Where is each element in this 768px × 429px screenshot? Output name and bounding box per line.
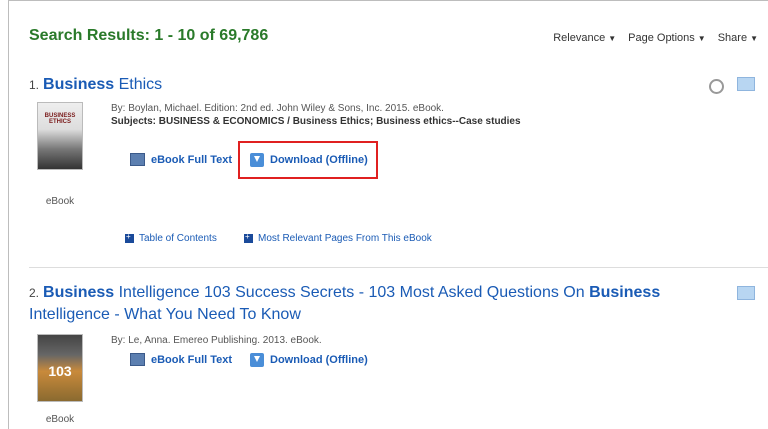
result-item: 1. Business Ethics bbox=[29, 74, 162, 96]
type-label: eBook bbox=[45, 414, 75, 425]
result-number: 1. bbox=[29, 78, 40, 92]
cover-title: 103 bbox=[48, 363, 72, 379]
table-of-contents-link[interactable]: Table of Contents bbox=[125, 232, 217, 244]
book-cover-image[interactable]: 103 bbox=[37, 334, 83, 402]
fulltext-icon bbox=[130, 353, 145, 366]
title-keyword: Business bbox=[589, 284, 661, 301]
result-title-link[interactable]: 2. Business Intelligence 103 Success Secr… bbox=[29, 282, 729, 326]
page-options-dropdown[interactable]: Page Options ▼ bbox=[628, 32, 706, 44]
subjects-text: BUSINESS & ECONOMICS / Business Ethics; … bbox=[158, 116, 521, 127]
results-title: Search Results: 1 - 10 of 69,786 bbox=[29, 27, 269, 44]
result-number: 2. bbox=[29, 286, 40, 300]
share-label: Share bbox=[717, 32, 748, 44]
title-text: Ethics bbox=[114, 76, 163, 93]
title-text: Intelligence - What You Need To Know bbox=[29, 306, 301, 323]
download-link[interactable]: Download (Offline) bbox=[250, 353, 368, 367]
relevant-pages-label: Most Relevant Pages From This eBook bbox=[258, 233, 432, 244]
results-panel: Search Results: 1 - 10 of 69,786 Relevan… bbox=[8, 0, 768, 429]
fulltext-icon bbox=[130, 153, 145, 166]
caret-down-icon: ▼ bbox=[697, 34, 706, 43]
sort-label: Relevance bbox=[553, 32, 606, 44]
add-to-folder-icon[interactable] bbox=[737, 286, 755, 300]
fulltext-link[interactable]: eBook Full Text bbox=[130, 353, 232, 366]
byline: By: Le, Anna. Emereo Publishing. 2013. e… bbox=[111, 335, 322, 346]
relevant-pages-link[interactable]: Most Relevant Pages From This eBook bbox=[244, 232, 432, 244]
byline: By: Boylan, Michael. Edition: 2nd ed. Jo… bbox=[111, 103, 444, 114]
result-divider bbox=[29, 267, 768, 268]
expand-icon bbox=[244, 232, 253, 243]
result-meta: By: Le, Anna. Emereo Publishing. 2013. e… bbox=[111, 334, 322, 347]
cover-title: BUSINESS ETHICS bbox=[44, 113, 76, 125]
download-icon bbox=[250, 353, 264, 367]
share-dropdown[interactable]: Share ▼ bbox=[718, 32, 758, 44]
fulltext-label: eBook Full Text bbox=[151, 153, 233, 166]
title-keyword: Business bbox=[43, 284, 115, 301]
caret-down-icon: ▼ bbox=[608, 34, 617, 43]
download-label: Download (Offline) bbox=[270, 354, 368, 366]
preview-icon[interactable] bbox=[709, 79, 724, 94]
toc-label: Table of Contents bbox=[139, 233, 217, 244]
result-item: 2. Business Intelligence 103 Success Secr… bbox=[29, 282, 729, 326]
book-cover-image[interactable]: BUSINESS ETHICS bbox=[37, 102, 83, 170]
expand-icon bbox=[125, 232, 134, 243]
subjects-label: Subjects: bbox=[111, 116, 157, 127]
fulltext-label: eBook Full Text bbox=[151, 353, 233, 366]
sort-dropdown[interactable]: Relevance ▼ bbox=[553, 32, 616, 44]
download-link[interactable]: Download (Offline) bbox=[250, 153, 368, 167]
page-options-label: Page Options bbox=[628, 32, 695, 44]
download-icon bbox=[250, 153, 264, 167]
results-toolbar: Relevance ▼ Page Options ▼ Share ▼ bbox=[553, 32, 758, 44]
result-title-link[interactable]: 1. Business Ethics bbox=[29, 74, 162, 96]
caret-down-icon: ▼ bbox=[750, 34, 758, 43]
title-keyword: Business bbox=[43, 76, 115, 93]
title-text: Intelligence 103 Success Secrets - 103 M… bbox=[114, 284, 590, 301]
result-meta: By: Boylan, Michael. Edition: 2nd ed. Jo… bbox=[111, 102, 521, 128]
add-to-folder-icon[interactable] bbox=[737, 77, 755, 91]
type-label: eBook bbox=[45, 196, 75, 207]
fulltext-link[interactable]: eBook Full Text bbox=[130, 153, 232, 166]
download-label: Download (Offline) bbox=[270, 154, 368, 166]
